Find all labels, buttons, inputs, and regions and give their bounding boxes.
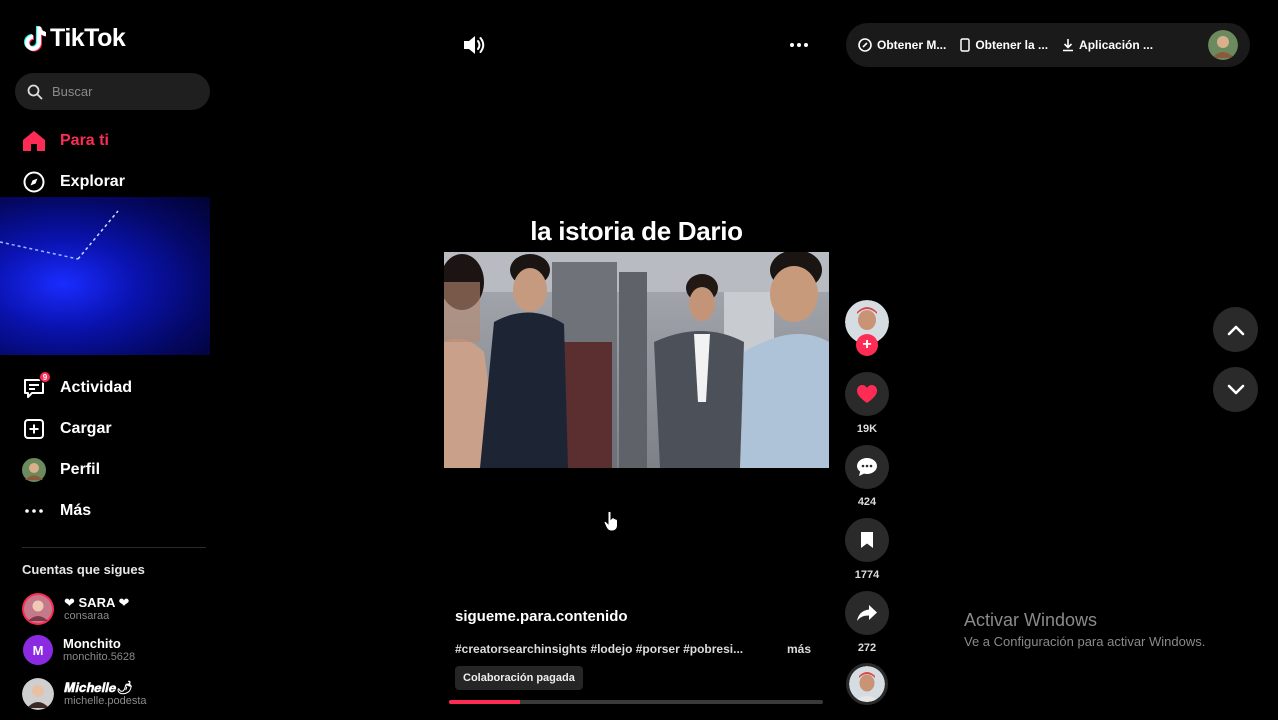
profile-avatar[interactable] xyxy=(1208,30,1238,60)
video-player[interactable] xyxy=(444,252,829,468)
save-button[interactable] xyxy=(845,518,889,562)
video-progress-bar[interactable] xyxy=(449,700,823,704)
plus-icon: + xyxy=(862,336,872,353)
more-dot xyxy=(797,43,801,47)
account-handle: monchito.5628 xyxy=(63,651,136,663)
account-name: 𝑴𝒊𝒄𝒉𝒆𝒍𝒍𝒆🌶 xyxy=(64,680,133,695)
top-button-label: Obtener M... xyxy=(877,38,947,52)
volume-icon xyxy=(464,36,485,54)
activation-watermark-title: Activar Windows xyxy=(964,610,1098,630)
chevron-up-icon xyxy=(1227,325,1244,335)
mouse-cursor-icon xyxy=(603,510,618,532)
overlay-image xyxy=(0,197,210,355)
more-dot xyxy=(790,43,794,47)
account-handle: michelle.podesta xyxy=(64,695,147,707)
nav-label: Explorar xyxy=(60,173,125,190)
search-icon xyxy=(27,84,43,99)
get-app-button[interactable]: Obtener la ... xyxy=(960,38,1048,52)
activation-watermark-subtitle: Ve a Configuración para activar Windows. xyxy=(964,634,1206,649)
video-options-button[interactable] xyxy=(786,34,812,56)
heart-icon xyxy=(857,385,877,403)
nav-label: Actividad xyxy=(60,379,133,396)
share-button[interactable] xyxy=(845,591,889,635)
light-streak-graphic xyxy=(0,210,119,260)
volume-button[interactable] xyxy=(461,33,487,57)
like-button[interactable] xyxy=(845,372,889,416)
avatar xyxy=(22,593,54,625)
notification-badge: 9 xyxy=(39,371,51,383)
desktop-app-button[interactable]: Aplicación ... xyxy=(1062,38,1153,52)
nav-label: Más xyxy=(60,502,92,519)
comment-count: 424 xyxy=(857,496,877,508)
top-button-label: Aplicación ... xyxy=(1079,38,1154,52)
like-count: 19K xyxy=(856,423,878,435)
divider xyxy=(22,547,206,548)
comment-button[interactable] xyxy=(845,445,889,489)
avatar: M xyxy=(23,635,53,665)
sidebar: TikTok Para ti Explorar 9 Activ xyxy=(0,0,226,720)
description-more-link[interactable]: más xyxy=(787,642,811,656)
inbox-icon: 9 xyxy=(22,371,51,400)
share-icon xyxy=(857,605,877,621)
nav-label: Para ti xyxy=(60,132,109,149)
compass-icon xyxy=(22,170,46,194)
account-handle: consaraa xyxy=(64,610,110,622)
next-video-button[interactable] xyxy=(1213,367,1258,412)
nav-item-explorar[interactable]: Explorar xyxy=(22,167,125,197)
plus-square-icon xyxy=(22,417,46,441)
top-action-bar: Obtener M... Obtener la ... Aplicación .… xyxy=(846,23,1250,67)
music-disc-avatar[interactable] xyxy=(846,663,888,705)
search-bar[interactable] xyxy=(15,73,210,110)
save-count: 1774 xyxy=(854,569,880,581)
coin-icon xyxy=(858,38,872,52)
more-icon xyxy=(22,499,46,523)
top-button-label: Obtener la ... xyxy=(975,38,1049,52)
avatar xyxy=(22,678,54,710)
avatar xyxy=(22,458,46,482)
previous-video-button[interactable] xyxy=(1213,307,1258,352)
nav-item-para-ti[interactable]: Para ti xyxy=(22,126,109,156)
video-title: la istoria de Dario xyxy=(530,216,743,246)
nav-item-cargar[interactable]: Cargar xyxy=(22,414,112,444)
nav-item-perfil[interactable]: Perfil xyxy=(22,455,100,485)
search-input[interactable] xyxy=(52,84,192,99)
video-author[interactable]: sigueme.para.contenido xyxy=(455,608,628,625)
bookmark-icon xyxy=(861,532,873,548)
avatar-initial: M xyxy=(32,642,44,658)
download-icon xyxy=(1063,39,1074,52)
nav-item-mas[interactable]: Más xyxy=(22,496,91,526)
followed-account[interactable]: ❤ SARA ❤ consaraa xyxy=(22,593,129,625)
account-name: Monchito xyxy=(63,636,121,651)
chevron-down-icon xyxy=(1227,384,1244,394)
get-coins-button[interactable]: Obtener M... xyxy=(858,38,946,52)
followed-account[interactable]: M Monchito monchito.5628 xyxy=(22,635,135,665)
video-description: #creatorsearchinsights #lodejo #porser #… xyxy=(455,642,744,656)
following-title: Cuentas que sigues xyxy=(22,562,145,577)
logo-text: TikTok xyxy=(50,24,126,52)
progress-fill xyxy=(449,700,521,704)
home-icon xyxy=(22,129,46,153)
more-dot xyxy=(804,43,808,47)
tiktok-logo-icon xyxy=(24,25,46,51)
account-name: ❤ SARA ❤ xyxy=(64,595,130,610)
nav-label: Perfil xyxy=(60,461,101,478)
nav-label: Cargar xyxy=(60,420,112,437)
share-count: 272 xyxy=(857,642,877,654)
follow-button[interactable]: + xyxy=(856,334,878,356)
nav-item-actividad[interactable]: 9 Actividad xyxy=(22,371,133,403)
paid-collab-tag: Colaboración pagada xyxy=(455,666,583,690)
phone-icon xyxy=(960,38,971,52)
comment-icon xyxy=(857,458,877,476)
followed-account[interactable]: 𝑴𝒊𝒄𝒉𝒆𝒍𝒍𝒆🌶 michelle.podesta xyxy=(22,678,147,710)
tiktok-logo[interactable]: TikTok xyxy=(22,24,126,53)
video-frame-image xyxy=(444,252,829,468)
